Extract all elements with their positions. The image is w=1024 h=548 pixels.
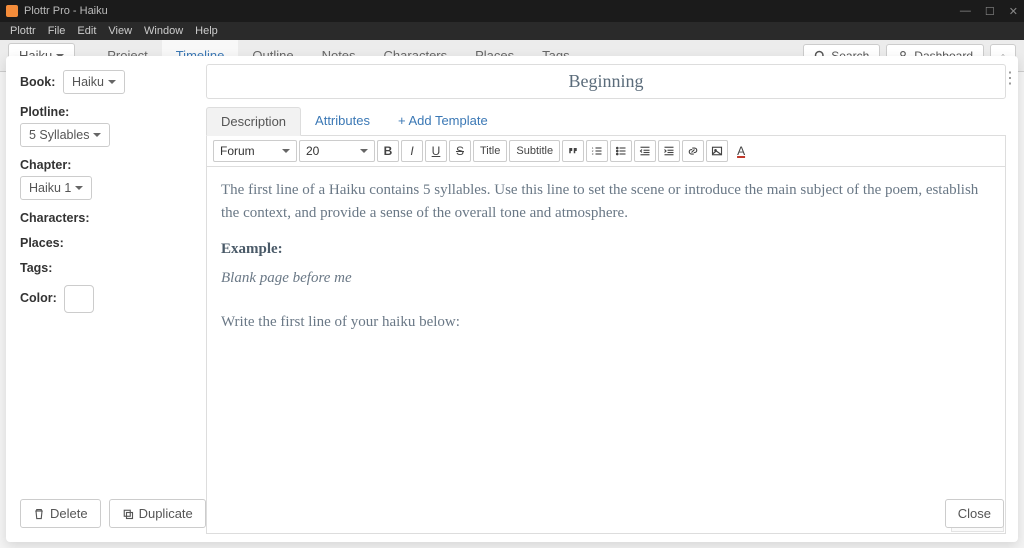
link-button[interactable] xyxy=(682,140,704,162)
trash-icon xyxy=(33,508,45,520)
unordered-list-button[interactable] xyxy=(610,140,632,162)
link-icon xyxy=(687,145,699,157)
book-field-label: Book: xyxy=(20,75,55,89)
text-color-button[interactable]: A xyxy=(730,140,752,162)
caret-down-icon xyxy=(108,80,116,84)
card-subtabs: Description Attributes + Add Template xyxy=(206,107,1006,136)
minimize-icon[interactable]: — xyxy=(960,5,971,18)
image-button[interactable] xyxy=(706,140,728,162)
more-menu-icon[interactable]: ⋮ xyxy=(1002,68,1018,88)
color-field-label: Color: xyxy=(20,291,57,305)
outdent-icon xyxy=(639,145,651,157)
card-editor-modal: Book: Haiku Plotline: 5 Syllables Chapte… xyxy=(6,56,1018,542)
font-select[interactable]: Forum xyxy=(213,140,297,162)
list-ol-icon: 123 xyxy=(591,145,603,157)
titlebar: Plottr Pro - Haiku — ☐ ✕ xyxy=(0,0,1024,22)
indent-button[interactable] xyxy=(658,140,680,162)
duplicate-button[interactable]: Duplicate xyxy=(109,499,206,528)
window-title: Plottr Pro - Haiku xyxy=(24,5,108,17)
indent-icon xyxy=(663,145,675,157)
plotline-select[interactable]: 5 Syllables xyxy=(20,123,110,147)
subtab-attributes[interactable]: Attributes xyxy=(301,107,384,135)
italic-button[interactable]: I xyxy=(401,140,423,162)
content-example: Blank page before me xyxy=(221,267,991,290)
maximize-icon[interactable]: ☐ xyxy=(985,5,995,18)
plotline-field-label: Plotline: xyxy=(20,105,69,119)
ordered-list-button[interactable]: 123 xyxy=(586,140,608,162)
card-title-input[interactable]: Beginning xyxy=(206,64,1006,99)
menu-file[interactable]: File xyxy=(42,25,72,37)
card-sidebar: Book: Haiku Plotline: 5 Syllables Chapte… xyxy=(6,56,206,542)
subtab-description[interactable]: Description xyxy=(206,107,301,136)
caret-down-icon xyxy=(282,149,290,153)
modal-footer-left: Delete Duplicate xyxy=(20,499,206,528)
caret-down-icon xyxy=(75,186,83,190)
menu-view[interactable]: View xyxy=(102,25,138,37)
delete-button[interactable]: Delete xyxy=(20,499,101,528)
quote-icon xyxy=(567,145,579,157)
characters-field-label: Characters: xyxy=(20,211,89,225)
content-prompt: Write the first line of your haiku below… xyxy=(221,311,991,334)
color-swatch[interactable] xyxy=(64,285,94,313)
menu-window[interactable]: Window xyxy=(138,25,189,37)
close-button[interactable]: Close xyxy=(945,499,1004,528)
menu-plottr[interactable]: Plottr xyxy=(4,25,42,37)
app-logo-icon xyxy=(6,5,18,17)
editor-content[interactable]: The first line of a Haiku contains 5 syl… xyxy=(207,167,1005,533)
copy-icon xyxy=(122,508,134,520)
svg-text:3: 3 xyxy=(592,152,594,156)
menu-edit[interactable]: Edit xyxy=(71,25,102,37)
underline-button[interactable]: U xyxy=(425,140,447,162)
menu-help[interactable]: Help xyxy=(189,25,224,37)
places-field-label: Places: xyxy=(20,236,64,250)
add-template-button[interactable]: + Add Template xyxy=(384,107,502,135)
card-main: Beginning ⋮ Description Attributes + Add… xyxy=(206,56,1018,542)
quote-button[interactable] xyxy=(562,140,584,162)
font-size-select[interactable]: 20 xyxy=(299,140,375,162)
editor-toolbar: Forum 20 B I U S Title Subtitle 123 xyxy=(207,136,1005,167)
modal-footer-right: Close xyxy=(945,499,1004,528)
list-ul-icon xyxy=(615,145,627,157)
image-icon xyxy=(711,145,723,157)
subtitle-style-button[interactable]: Subtitle xyxy=(509,140,560,162)
chapter-select[interactable]: Haiku 1 xyxy=(20,176,92,200)
book-select[interactable]: Haiku xyxy=(63,70,125,94)
title-style-button[interactable]: Title xyxy=(473,140,507,162)
chapter-field-label: Chapter: xyxy=(20,158,71,172)
content-heading: Example: xyxy=(221,238,991,261)
close-window-icon[interactable]: ✕ xyxy=(1009,5,1018,18)
caret-down-icon xyxy=(93,133,101,137)
content-paragraph: The first line of a Haiku contains 5 syl… xyxy=(221,179,991,224)
bold-button[interactable]: B xyxy=(377,140,399,162)
caret-down-icon xyxy=(360,149,368,153)
tags-field-label: Tags: xyxy=(20,261,52,275)
editor-box: Forum 20 B I U S Title Subtitle 123 xyxy=(206,136,1006,534)
menubar: Plottr File Edit View Window Help xyxy=(0,22,1024,40)
strike-button[interactable]: S xyxy=(449,140,471,162)
outdent-button[interactable] xyxy=(634,140,656,162)
